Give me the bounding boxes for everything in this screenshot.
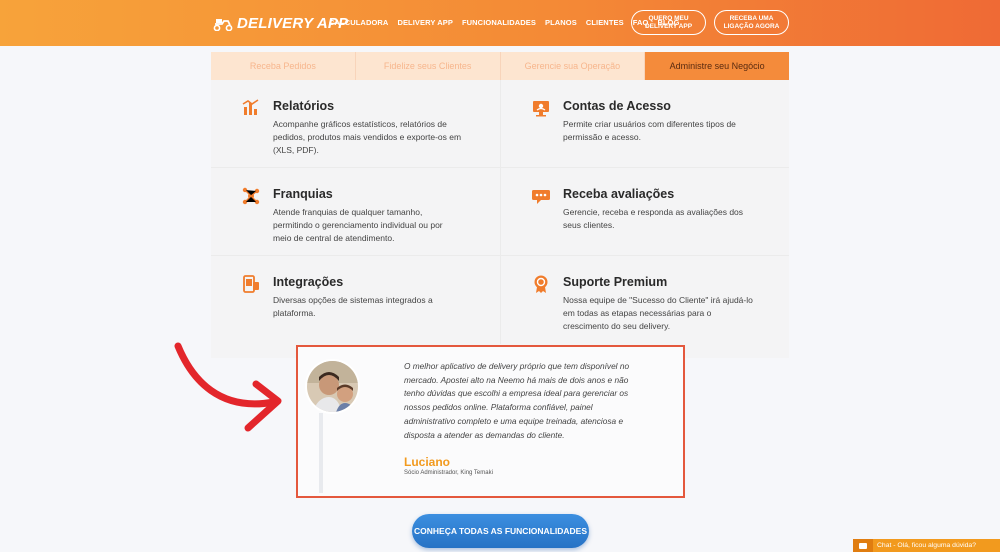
feature-desc: Nossa equipe de "Sucesso do Cliente" irá… — [563, 295, 753, 331]
feature-desc: Diversas opções de sistemas integrados a… — [273, 295, 433, 318]
feature-desc: Atende franquias de qualquer tamanho, pe… — [273, 207, 443, 243]
request-call-button[interactable]: RECEBA UMA LIGAÇÃO AGORA — [714, 10, 789, 35]
chat-label: Chat - Olá, ficou alguma dúvida? — [877, 542, 976, 549]
nav-planos[interactable]: PLANOS — [545, 18, 577, 27]
chat-widget[interactable]: Chat - Olá, ficou alguma dúvida? — [853, 539, 1000, 552]
badge-icon — [534, 275, 548, 293]
request-call-line2: LIGAÇÃO AGORA — [723, 22, 780, 30]
franchise-icon — [242, 187, 260, 205]
main-nav: CALCULADORA DELIVERY APP FUNCIONALIDADES… — [329, 18, 680, 27]
chat-icon — [853, 539, 873, 552]
tab-gerencie-operacao[interactable]: Gerencie sua Operação — [501, 52, 646, 80]
nav-funcionalidades[interactable]: FUNCIONALIDADES — [462, 18, 536, 27]
testimonial-divider — [319, 413, 323, 493]
testimonial-quote: O melhor aplicativo de delivery próprio … — [404, 361, 630, 440]
feature-desc: Permite criar usuários com diferentes ti… — [563, 119, 736, 142]
feature-desc: Gerencie, receba e responda as avaliaçõe… — [563, 207, 744, 230]
nav-clientes[interactable]: CLIENTES — [586, 18, 624, 27]
feature-franquias: Franquias Atende franquias de qualquer t… — [211, 168, 500, 256]
features-panel: Relatórios Acompanhe gráficos estatístic… — [211, 80, 789, 358]
tab-fidelize-clientes[interactable]: Fidelize seus Clientes — [356, 52, 501, 80]
arrow-annotation-icon — [174, 342, 282, 432]
feature-title: Relatórios — [273, 99, 335, 113]
chart-icon — [242, 99, 259, 115]
avatar — [305, 359, 360, 414]
customer-photo — [307, 361, 358, 412]
feature-contas-acesso: Contas de Acesso Permite criar usuários … — [500, 80, 789, 168]
nav-calculadora[interactable]: CALCULADORA — [329, 18, 388, 27]
feature-tabs: Receba Pedidos Fidelize seus Clientes Ge… — [211, 52, 789, 80]
feature-title: Suporte Premium — [563, 275, 668, 289]
feature-title: Franquias — [273, 187, 333, 201]
chat-dots-icon — [532, 190, 550, 204]
request-call-line1: RECEBA UMA — [729, 14, 774, 22]
testimonial-author: Luciano — [404, 455, 451, 469]
integration-icon — [243, 275, 259, 293]
scooter-icon — [213, 18, 233, 31]
testimonial-card: O melhor aplicativo de delivery próprio … — [296, 345, 685, 498]
feature-suporte-premium: Suporte Premium Nossa equipe de "Sucesso… — [500, 256, 789, 344]
header: DELIVERY APP CALCULADORA DELIVERY APP FU… — [0, 0, 1000, 46]
tab-receba-pedidos[interactable]: Receba Pedidos — [211, 52, 356, 80]
feature-title: Receba avaliações — [563, 187, 675, 201]
feature-desc: Acompanhe gráficos estatísticos, relatór… — [273, 119, 462, 155]
monitor-icon — [533, 101, 549, 117]
all-features-button[interactable]: CONHEÇA TODAS AS FUNCIONALIDADES — [412, 514, 589, 548]
want-app-button[interactable]: QUERO MEU DELIVERY APP — [631, 10, 706, 35]
feature-title: Contas de Acesso — [563, 99, 671, 113]
feature-relatorios: Relatórios Acompanhe gráficos estatístic… — [211, 80, 500, 168]
tab-administre-negocio[interactable]: Administre seu Negócio — [645, 52, 789, 80]
feature-title: Integrações — [273, 275, 344, 289]
nav-delivery-app[interactable]: DELIVERY APP — [397, 18, 453, 27]
feature-avaliacoes: Receba avaliações Gerencie, receba e res… — [500, 168, 789, 256]
testimonial-role: Sócio Administrador, King Temaki — [404, 470, 493, 476]
feature-integracoes: Integrações Diversas opções de sistemas … — [211, 256, 500, 344]
want-app-line1: QUERO MEU — [648, 14, 689, 22]
want-app-line2: DELIVERY APP — [644, 22, 693, 30]
